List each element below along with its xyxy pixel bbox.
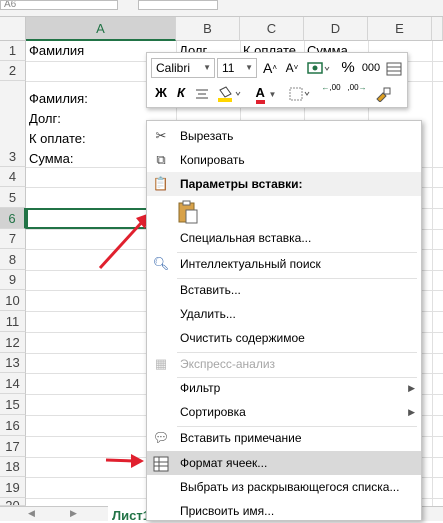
menu-item-delete[interactable]: Удалить... <box>147 302 421 326</box>
menu-item-label: Удалить... <box>180 307 236 321</box>
format-cells-icon <box>152 454 170 472</box>
menu-item-sort[interactable]: Сортировка ▶ <box>147 400 421 424</box>
menu-item-label: Экспресс-анализ <box>180 357 276 371</box>
font-name-dropdown[interactable]: Calibri ▼ <box>151 58 215 78</box>
font-color-letter: A <box>255 86 265 104</box>
menu-item-define-name[interactable]: Присвоить имя... <box>147 499 421 523</box>
font-color-button[interactable]: A ▼ <box>251 83 281 104</box>
accounting-format-icon <box>307 61 330 74</box>
arrow-right-icon: → <box>358 83 367 92</box>
submenu-arrow-icon: ▶ <box>408 407 415 417</box>
decimal-decrease-label: ,00 <box>347 83 359 92</box>
menu-item-pick-from-list[interactable]: Выбрать из раскрывающегося списка... <box>147 475 421 499</box>
paste-button[interactable] <box>175 199 201 225</box>
borders-button[interactable] <box>287 83 313 103</box>
menu-item-insert[interactable]: Вставить... <box>147 278 421 302</box>
bold-button[interactable]: Ж <box>153 83 169 103</box>
decrease-font-button[interactable]: A˅ <box>283 58 301 78</box>
chevron-down-icon: ▼ <box>203 63 211 72</box>
menu-item-label: Формат ячеек... <box>180 456 268 470</box>
menu-item-label: Выбрать из раскрывающегося списка... <box>180 480 400 494</box>
menu-item-format-cells[interactable]: Формат ячеек... <box>147 451 421 475</box>
clipboard-paste-icon <box>178 200 198 224</box>
scissors-icon: ✂ <box>155 128 167 143</box>
chevron-down-icon: ▼ <box>245 63 253 72</box>
borders-icon <box>289 87 310 101</box>
thousands-separator-button[interactable]: 000 <box>359 58 383 78</box>
menu-item-label: Фильтр <box>180 381 221 395</box>
menu-item-label: Вырезать <box>180 129 234 143</box>
format-as-table-button[interactable] <box>385 58 403 78</box>
caret-up-icon: ˄ <box>272 63 277 72</box>
align-center-icon <box>196 89 208 99</box>
search-icon: 🔍︎ <box>152 256 170 271</box>
format-painter-icon <box>376 87 391 103</box>
font-name-value: Calibri <box>156 61 191 75</box>
accounting-format-button[interactable] <box>305 58 331 78</box>
table-format-icon <box>386 62 402 76</box>
font-size-dropdown[interactable]: 11 ▼ <box>217 58 257 78</box>
menu-item-clear-contents[interactable]: Очистить содержимое <box>147 326 421 350</box>
clipboard-icon: 📋 <box>152 176 170 191</box>
increase-font-button[interactable]: A˄ <box>261 58 279 78</box>
menu-item-label: Интеллектуальный поиск <box>180 257 321 271</box>
quick-analysis-icon: ▦ <box>154 356 168 371</box>
chevron-down-icon: ▼ <box>268 90 277 99</box>
menu-item-insert-comment[interactable]: 💬︎ Вставить примечание <box>147 426 421 450</box>
italic-button[interactable]: К <box>173 83 189 103</box>
annotation-arrow-to-menu <box>98 213 150 270</box>
menu-item-label: Очистить содержимое <box>180 331 305 345</box>
decrease-decimal-button[interactable]: ,00→ <box>345 83 369 103</box>
paint-bucket-icon <box>218 85 241 102</box>
menu-item-label: Специальная вставка... <box>180 231 312 245</box>
menu-item-smart-lookup[interactable]: 🔍︎ Интеллектуальный поиск <box>147 252 421 276</box>
mini-toolbar: Calibri ▼ 11 ▼ A˄ A˅ % 000 Ж К A ▼ ←,00 … <box>146 52 408 108</box>
menu-item-label: Параметры вставки: <box>180 177 303 191</box>
menu-item-quick-analysis: ▦ Экспресс-анализ <box>147 352 421 376</box>
submenu-arrow-icon: ▶ <box>408 383 415 393</box>
comment-icon: 💬︎ <box>152 430 170 445</box>
fill-color-button[interactable] <box>215 83 245 103</box>
caret-down-icon: ˅ <box>293 63 299 72</box>
decrease-font-label: A <box>285 61 294 75</box>
menu-item-copy[interactable]: ⧉ Копировать <box>147 148 421 172</box>
align-center-button[interactable] <box>193 83 211 103</box>
menu-item-filter[interactable]: Фильтр ▶ <box>147 376 421 400</box>
format-cells-glyph <box>153 456 169 472</box>
percent-style-button[interactable]: % <box>339 58 357 78</box>
menu-item-label: Копировать <box>180 153 245 167</box>
annotation-arrow-to-format <box>105 454 144 468</box>
menu-item-label: Вставить... <box>180 283 241 297</box>
menu-item-paste-special[interactable]: Специальная вставка... <box>147 226 421 250</box>
menu-item-cut[interactable]: ✂ Вырезать <box>147 124 421 148</box>
font-size-value: 11 <box>222 61 235 75</box>
menu-item-label: Сортировка <box>180 405 246 419</box>
copy-icon: ⧉ <box>156 152 166 167</box>
context-menu: ✂ Вырезать ⧉ Копировать 📋 Параметры вста… <box>146 120 422 521</box>
menu-item-label: Вставить примечание <box>180 431 302 445</box>
paste-options-header: 📋 Параметры вставки: <box>147 172 421 196</box>
increase-decimal-button[interactable]: ←,00 <box>319 83 343 103</box>
decimal-increase-label: ,00 <box>329 83 341 92</box>
menu-item-label: Присвоить имя... <box>180 504 275 518</box>
format-painter-button[interactable] <box>371 83 395 103</box>
increase-font-label: A <box>262 60 273 76</box>
